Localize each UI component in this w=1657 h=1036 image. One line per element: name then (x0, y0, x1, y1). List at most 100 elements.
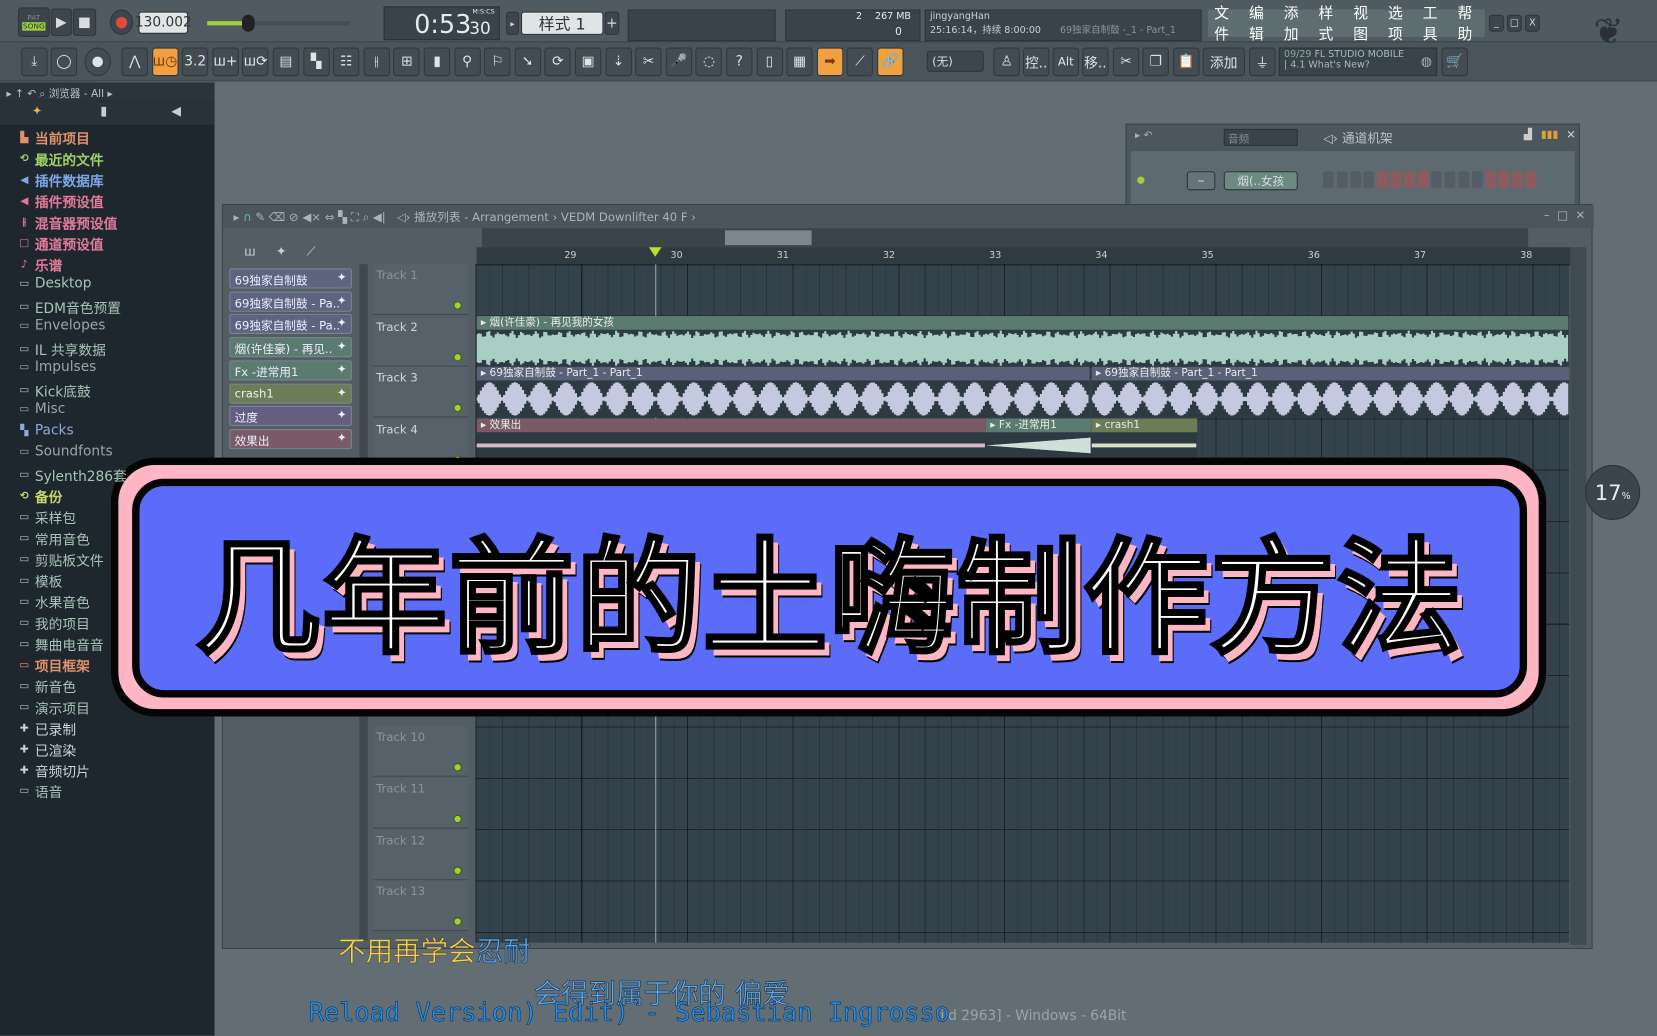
browser-item[interactable]: □ 通道预设值 (18, 233, 104, 254)
pattern-item[interactable]: 效果出 ✦ (229, 428, 352, 450)
menu-item[interactable]: 工具 (1423, 2, 1450, 44)
rack-arrow-icon[interactable]: ▸ ↶ (1135, 130, 1153, 142)
menu-item[interactable]: 视图 (1353, 2, 1380, 44)
plugin-icon[interactable]: ⚲ (453, 47, 481, 77)
track-mute-led[interactable] (453, 352, 462, 361)
loop-record-icon[interactable]: ш⟳ (242, 47, 269, 77)
track-mute-led[interactable] (453, 403, 462, 413)
browser-item[interactable]: ▭ Sylenth286套 (18, 465, 127, 485)
piano-add-icon[interactable]: ш+ (212, 47, 239, 77)
browser-item[interactable]: ▭ 常用音色 (18, 528, 90, 549)
file-icon[interactable]: ▮ (423, 47, 451, 77)
minimize-button[interactable]: _ (1489, 14, 1504, 32)
zoom-badge[interactable]: 17% (1585, 464, 1641, 520)
time-display[interactable]: 0:53 30 M:S:CS (383, 6, 500, 41)
browser-item[interactable]: ✚ 已录制 (18, 718, 76, 738)
export-icon[interactable]: ⇣ (605, 47, 632, 77)
graph-icon[interactable]: ▟ (1524, 129, 1532, 141)
master-volume-slider[interactable] (244, 21, 350, 26)
browser-item[interactable]: ▭ 水果音色 (18, 592, 90, 612)
rack-filter-select[interactable]: 音频 (1223, 128, 1298, 146)
pan-tool-icon[interactable]: ♙ (993, 47, 1020, 77)
maximize-button[interactable]: □ (1506, 14, 1522, 32)
move-button[interactable]: 移.. (1082, 47, 1109, 77)
track-header[interactable]: Track 10 (373, 726, 469, 777)
track-mute-led[interactable] (453, 866, 462, 876)
pattern-item[interactable]: Fx -进常用1 ✦ (229, 360, 352, 381)
play-button[interactable]: ▶ (50, 8, 72, 36)
tempo-icon[interactable]: ⚐ (484, 47, 511, 77)
browser-item[interactable]: ◀ 插件数据库 (18, 170, 104, 190)
step-button[interactable] (1417, 171, 1429, 189)
step-button[interactable] (1390, 171, 1402, 189)
menu-item[interactable]: 帮助 (1457, 2, 1484, 44)
brush-icon[interactable]: ⟋ (846, 47, 874, 77)
clip[interactable]: ▸ 69独家自制鼓 - Part_1 - Part_1 (476, 366, 1090, 418)
track-mute-led[interactable] (453, 301, 462, 310)
step-button[interactable] (1431, 171, 1442, 189)
pattern-prev[interactable]: ▸ (506, 11, 519, 35)
pattern-item[interactable]: 过度 ✦ (229, 406, 352, 427)
reload-icon[interactable]: ⟳ (544, 47, 572, 77)
master-knob-icon[interactable]: ● (84, 47, 111, 77)
step-button[interactable] (1498, 171, 1510, 189)
pattern-selector[interactable]: 样式 1 (521, 11, 604, 35)
overview-handle[interactable] (724, 230, 812, 246)
channel-mixer-track[interactable]: – (1186, 171, 1216, 191)
browser-item[interactable]: ▙ 当前项目 (18, 128, 90, 148)
step-button[interactable] (1471, 171, 1483, 189)
track-header[interactable]: Track 11 (373, 777, 469, 829)
cut-icon[interactable]: ✂ (1112, 47, 1140, 77)
channel-rack-icon[interactable]: ☷ (333, 47, 360, 77)
pattern-item[interactable]: 烟(许佳豪) - 再见.. ✦ (229, 337, 352, 358)
browser-item[interactable]: ▭ 剪贴板文件 (18, 550, 104, 570)
browser-item[interactable]: ⟲ 最近的文件 (18, 149, 104, 169)
menu-item[interactable]: 文件 (1214, 2, 1241, 44)
window-icon[interactable]: ▯ (756, 47, 783, 77)
arrow-icon[interactable]: ➡ (816, 47, 844, 77)
browser-audio-icon[interactable]: ✦ (32, 104, 43, 119)
channel-name-button[interactable]: 烟(..女孩 (1223, 171, 1298, 191)
step-button[interactable] (1444, 171, 1456, 189)
browser-item[interactable]: ✚ 音频切片 (18, 760, 90, 781)
track-mute-led[interactable] (453, 763, 462, 772)
track-header[interactable]: Track 12 (373, 829, 469, 881)
track-header[interactable]: Track 1 (373, 264, 469, 315)
browser-item[interactable]: ▭ IL 共享数据 (18, 339, 106, 359)
playlist-icon[interactable]: ▤ (272, 47, 300, 77)
browser-item[interactable]: ▭ 演示项目 (18, 697, 90, 717)
pattern-item[interactable]: 69独家自制鼓 - Pa.. ✦ (229, 314, 352, 335)
tools-icon[interactable]: ➘ (514, 47, 541, 77)
browser-item[interactable]: ▭ Impulses (18, 360, 96, 376)
browser-item[interactable]: ♪ 乐谱 (18, 254, 62, 275)
clip[interactable]: ▸ 效果出 (476, 418, 986, 459)
channel-led[interactable] (1137, 176, 1145, 184)
step-button[interactable] (1526, 171, 1537, 189)
rack-close-icon[interactable]: ✕ (1566, 128, 1576, 142)
browser-item[interactable]: ▭ 我的项目 (18, 613, 90, 633)
mixer-icon[interactable]: ⫲ (363, 47, 390, 77)
browser-item[interactable]: ▭ Envelopes (18, 318, 105, 334)
alt-button[interactable]: Alt (1052, 47, 1079, 77)
track-header[interactable]: Track 2 (373, 315, 469, 367)
step-button[interactable] (1323, 171, 1334, 189)
clip[interactable]: ▸ crash1 (1091, 418, 1198, 459)
browser-item[interactable]: ▭ Soundfonts (18, 444, 113, 460)
clip[interactable]: ▸ Fx -进常用1 (985, 418, 1092, 459)
add-button[interactable]: 添加 (1202, 47, 1245, 77)
step-button[interactable] (1363, 171, 1375, 189)
browser-icon[interactable]: ⊞ (393, 47, 420, 77)
cut-icon[interactable]: ✂ (635, 47, 662, 77)
knob-icon[interactable]: ◯ (50, 47, 78, 77)
step-button[interactable] (1512, 171, 1524, 189)
volume-handle[interactable] (242, 14, 255, 32)
download-icon[interactable]: ⤓ (21, 47, 48, 77)
pattern-item[interactable]: 69独家自制鼓 ✦ (229, 268, 352, 289)
steps-icon[interactable]: ▮▮▮ (1541, 129, 1558, 141)
track-header[interactable]: Track 3 (373, 366, 469, 418)
step-edit-icon[interactable]: 3.2 (181, 47, 209, 77)
clip[interactable]: ▸ 69独家自制鼓 - Part_1 - Part_1 (1091, 366, 1570, 418)
pattern-icon[interactable]: ▚ (302, 47, 330, 77)
playlist-window-controls[interactable]: – □ ✕ (1544, 208, 1585, 222)
track-header[interactable]: Track 13 (373, 880, 469, 932)
